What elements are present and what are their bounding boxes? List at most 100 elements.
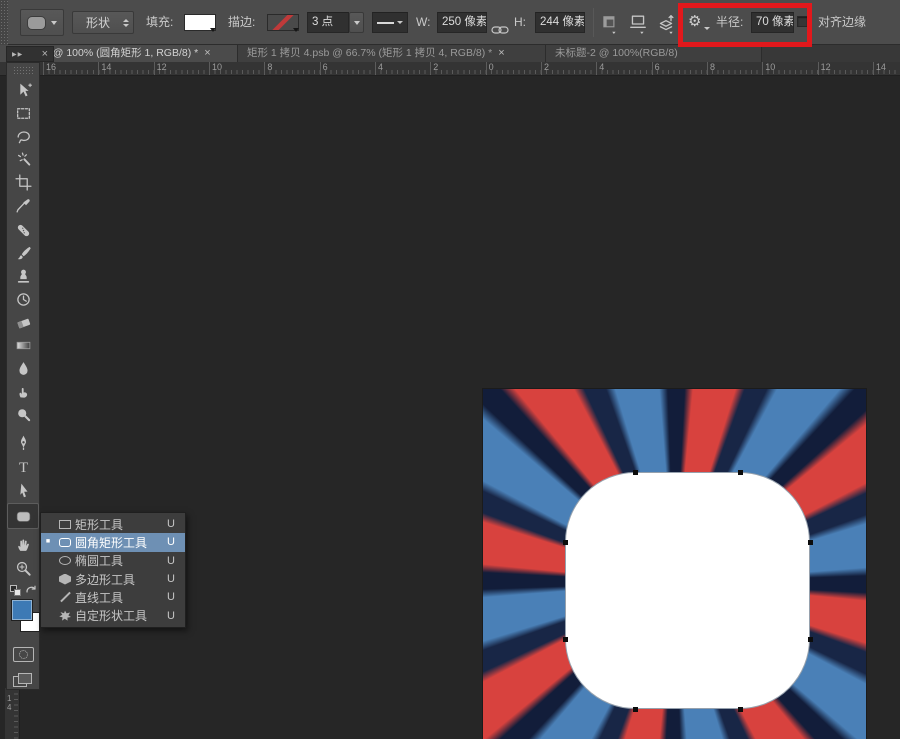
anchor-handle[interactable] bbox=[563, 540, 568, 545]
line-icon bbox=[60, 592, 71, 603]
pen-tool[interactable] bbox=[7, 431, 39, 454]
tab-untitled-2[interactable]: 未标题-2 @ 100%(RGB/8) bbox=[546, 45, 762, 62]
rectangular-marquee-tool[interactable] bbox=[7, 102, 39, 125]
width-label: W: bbox=[416, 15, 430, 30]
horizontal-ruler[interactable]: 1614 1210 86 42 02 46 810 1214 bbox=[0, 62, 900, 76]
menu-item-polygon-tool[interactable]: 多边形工具 U bbox=[41, 570, 185, 588]
menu-item-line-tool[interactable]: 直线工具 U bbox=[41, 588, 185, 606]
document-area bbox=[0, 76, 900, 739]
anchor-handle[interactable] bbox=[633, 707, 638, 712]
gear-icon[interactable]: ⚙ bbox=[688, 11, 701, 31]
canvas[interactable] bbox=[483, 389, 866, 739]
quick-mask-mode-button[interactable] bbox=[13, 647, 34, 662]
chevron-down-icon bbox=[293, 28, 299, 32]
clone-stamp-tool[interactable] bbox=[7, 265, 39, 288]
fill-color-swatch[interactable] bbox=[184, 14, 216, 31]
photoshop-window: 形状 填充: 描边: 3 点 W: 250 像素 H: 2 bbox=[0, 0, 900, 739]
eyedropper-tool[interactable] bbox=[7, 194, 39, 217]
type-tool[interactable]: T bbox=[7, 455, 39, 478]
rounded-rectangle-shape[interactable] bbox=[565, 472, 810, 709]
stroke-type-dropdown[interactable] bbox=[372, 12, 408, 33]
anchor-handle[interactable] bbox=[738, 470, 743, 475]
ruler-ticks bbox=[14, 688, 18, 739]
stroke-width-dropdown-button[interactable] bbox=[349, 12, 364, 33]
gradient-tool[interactable] bbox=[7, 334, 39, 357]
path-operations-button[interactable] bbox=[601, 12, 623, 34]
quick-selection-tool[interactable] bbox=[7, 148, 39, 171]
tools-panel-header[interactable]: ▶▶ × bbox=[6, 46, 54, 62]
options-bar: 形状 填充: 描边: 3 点 W: 250 像素 H: 2 bbox=[0, 0, 900, 45]
default-colors-icon[interactable] bbox=[10, 585, 22, 596]
collapse-panel-icon[interactable]: ▶▶ bbox=[12, 51, 23, 58]
anchor-handle[interactable] bbox=[808, 637, 813, 642]
tool-mode-select[interactable]: 形状 bbox=[72, 11, 134, 34]
selected-bullet: ■ bbox=[41, 533, 55, 551]
radius-checkbox[interactable] bbox=[797, 16, 808, 27]
separator bbox=[593, 8, 594, 37]
menu-item-custom-shape-tool[interactable]: 自定形状工具 U bbox=[41, 606, 185, 624]
document-tab-bar: 未标题-1 @ 100% (圆角矩形 1, RGB/8) * × 矩形 1 拷贝… bbox=[0, 45, 900, 62]
align-edges-label[interactable]: 对齐边缘 bbox=[818, 15, 866, 30]
tab-rect-copy-psb[interactable]: 矩形 1 拷贝 4.psb @ 66.7% (矩形 1 拷贝 4, RGB/8)… bbox=[238, 45, 546, 62]
shape-width-field[interactable]: 250 像素 bbox=[437, 12, 487, 33]
move-tool[interactable] bbox=[7, 79, 39, 102]
menu-item-ellipse-tool[interactable]: 椭圆工具 U bbox=[41, 552, 185, 570]
menu-item-rounded-rectangle-tool[interactable]: ■ 圆角矩形工具 U bbox=[41, 533, 185, 551]
chevron-down-icon bbox=[210, 28, 216, 32]
dodge-tool[interactable] bbox=[7, 403, 39, 426]
close-icon[interactable]: × bbox=[204, 45, 210, 62]
ellipse-icon bbox=[59, 556, 71, 565]
custom-shape-icon bbox=[59, 610, 71, 621]
rounded-rectangle-icon bbox=[59, 538, 71, 547]
screen-mode-button[interactable] bbox=[13, 673, 34, 689]
tool-mode-value: 形状 bbox=[73, 14, 123, 31]
stroke-width-field[interactable]: 3 点 bbox=[307, 12, 349, 33]
spot-healing-brush-tool[interactable] bbox=[7, 219, 39, 242]
shape-height-field[interactable]: 244 像素 bbox=[535, 12, 585, 33]
lasso-tool[interactable] bbox=[7, 125, 39, 148]
solid-line-icon bbox=[377, 22, 394, 24]
anchor-handle[interactable] bbox=[738, 707, 743, 712]
chevron-down-icon bbox=[397, 21, 403, 24]
chevron-down-icon bbox=[51, 21, 57, 25]
smudge-tool[interactable] bbox=[7, 380, 39, 403]
stroke-color-swatch[interactable] bbox=[267, 14, 299, 31]
chevron-down-icon bbox=[354, 21, 360, 25]
path-selection-tool[interactable] bbox=[7, 479, 39, 502]
vertical-ruler[interactable]: 1 4 bbox=[5, 688, 20, 739]
tool-preset-picker[interactable] bbox=[20, 9, 64, 36]
spinner-arrows-icon bbox=[123, 19, 129, 27]
close-icon[interactable]: × bbox=[42, 49, 48, 60]
tab-title: 未标题-2 @ 100%(RGB/8) bbox=[555, 45, 678, 62]
panel-grip[interactable] bbox=[13, 66, 33, 74]
brush-tool[interactable] bbox=[7, 242, 39, 265]
vertical-ruler-number: 1 4 bbox=[7, 694, 11, 712]
options-bar-grip[interactable] bbox=[0, 0, 8, 45]
radius-label: 半径: bbox=[716, 15, 743, 30]
history-brush-tool[interactable] bbox=[7, 288, 39, 311]
path-alignment-button[interactable] bbox=[629, 12, 651, 34]
shape-tools-flyout-menu: 矩形工具 U ■ 圆角矩形工具 U 椭圆工具 U 多边形工具 U 直线工具 U bbox=[40, 512, 186, 628]
blur-tool[interactable] bbox=[7, 357, 39, 380]
fill-label: 填充: bbox=[146, 15, 173, 30]
radius-field[interactable]: 70 像素 bbox=[751, 12, 794, 33]
crop-tool[interactable] bbox=[7, 171, 39, 194]
ruler-ticks bbox=[43, 70, 900, 74]
chevron-down-icon bbox=[704, 27, 710, 30]
path-arrangement-button[interactable] bbox=[656, 12, 678, 34]
rounded-rectangle-tool[interactable] bbox=[7, 503, 39, 529]
zoom-tool[interactable] bbox=[7, 557, 39, 580]
anchor-handle[interactable] bbox=[563, 637, 568, 642]
foreground-color-swatch[interactable] bbox=[11, 599, 33, 621]
stroke-label: 描边: bbox=[228, 15, 255, 30]
anchor-handle[interactable] bbox=[808, 540, 813, 545]
swap-colors-icon[interactable] bbox=[25, 584, 38, 596]
menu-item-rectangle-tool[interactable]: 矩形工具 U bbox=[41, 515, 185, 533]
dashed-circle-icon bbox=[19, 650, 28, 659]
hand-tool[interactable] bbox=[7, 533, 39, 556]
anchor-handle[interactable] bbox=[633, 470, 638, 475]
close-icon[interactable]: × bbox=[498, 45, 504, 62]
height-label: H: bbox=[514, 15, 526, 30]
link-dimensions-icon[interactable] bbox=[491, 15, 513, 37]
eraser-tool[interactable] bbox=[7, 311, 39, 334]
